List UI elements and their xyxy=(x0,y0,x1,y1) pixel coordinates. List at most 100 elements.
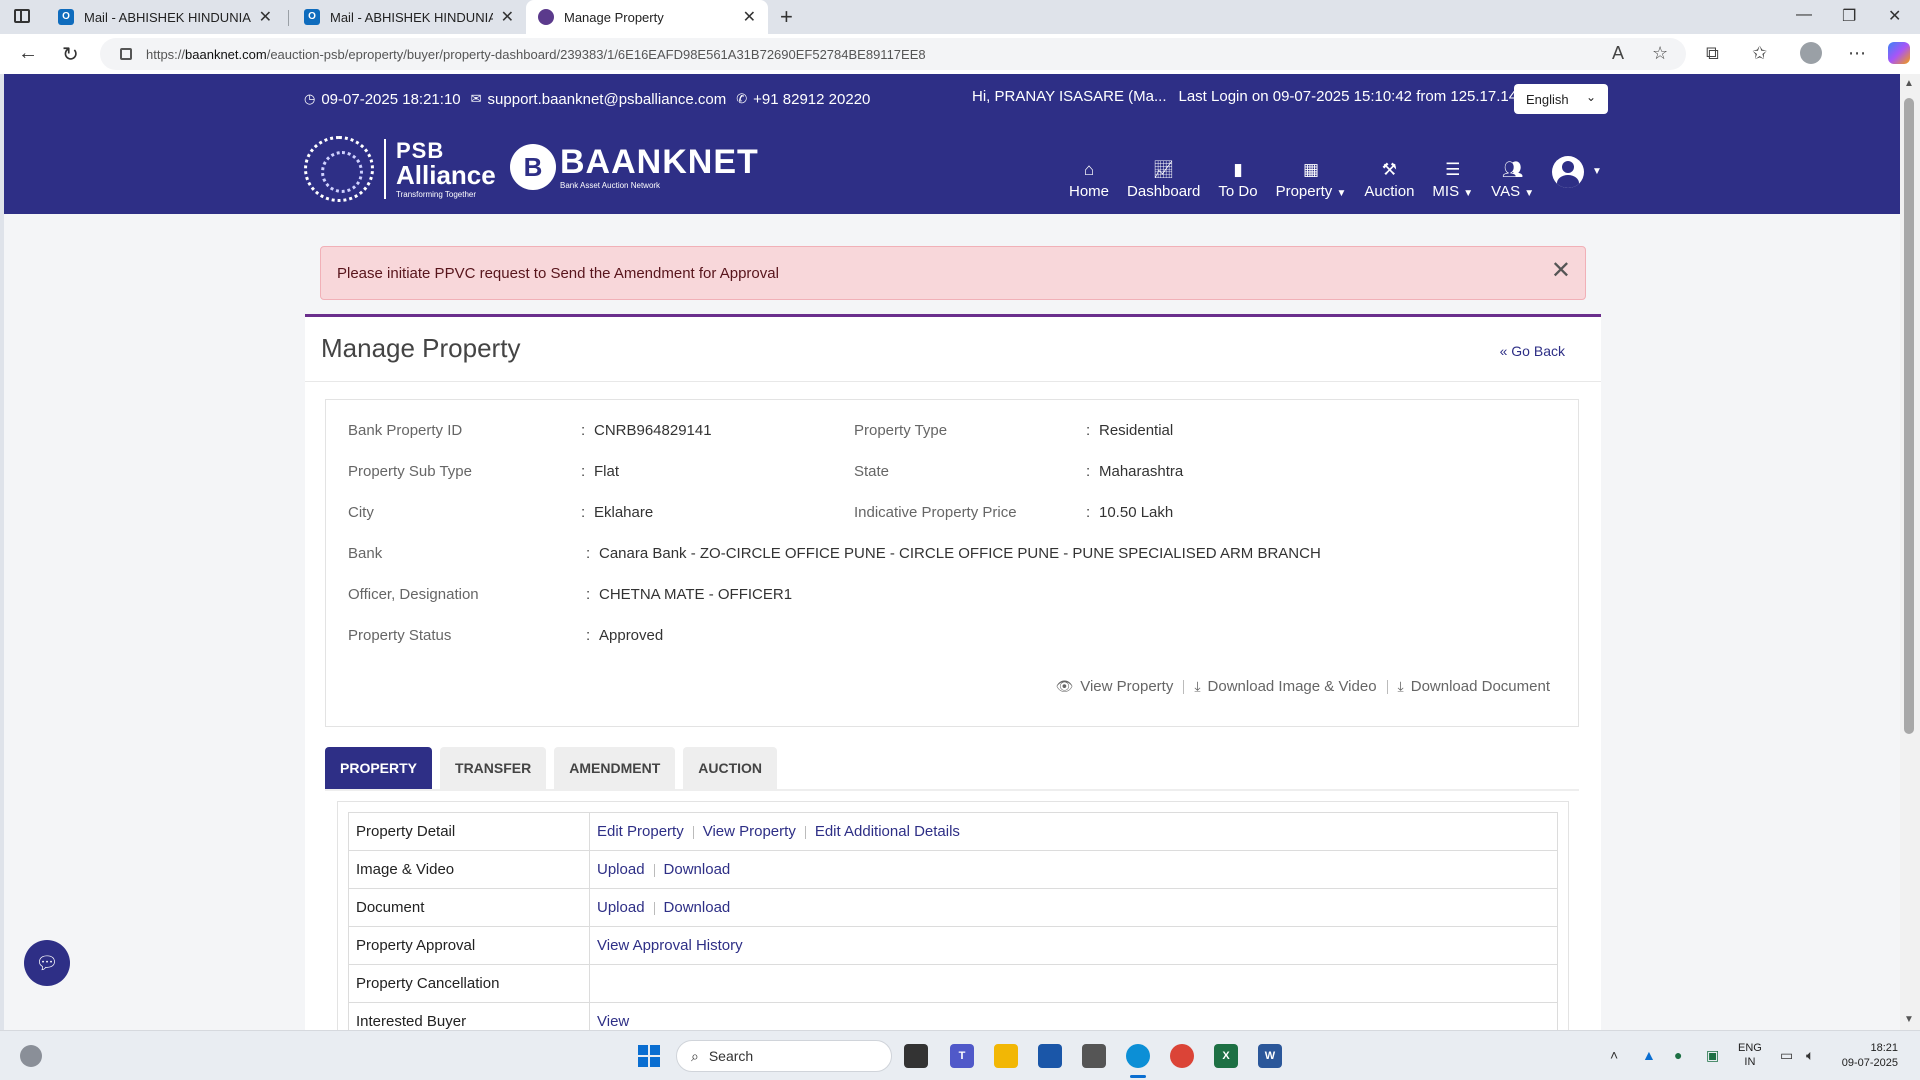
volume-icon[interactable]: 🔈︎ xyxy=(1806,1047,1814,1064)
browser-tab-mail-2[interactable]: O Mail - ABHISHEK HINDUNIA - Ou ✕ xyxy=(292,0,526,34)
contact-info: ◷ 09-07-2025 18:21:10 ✉ support.baanknet… xyxy=(304,88,880,110)
nav-home[interactable]: ⌂ Home xyxy=(1069,160,1109,201)
task-view-icon[interactable] xyxy=(904,1044,928,1068)
read-aloud-icon[interactable]: A xyxy=(1612,43,1624,64)
reload-icon[interactable]: ↻ xyxy=(62,42,79,67)
minimize-icon[interactable]: — xyxy=(1796,6,1812,24)
edit-additional-details-link[interactable]: Edit Additional Details xyxy=(815,823,960,840)
word-icon[interactable]: W xyxy=(1258,1044,1282,1068)
extensions-icon[interactable]: ⧉ xyxy=(1706,43,1719,64)
page-scrollbar[interactable]: ▲ ▼ xyxy=(1900,74,1920,1030)
close-icon[interactable]: ✕ xyxy=(259,7,272,27)
support-email[interactable]: support.baanknet@psballiance.com xyxy=(488,91,727,108)
tray-sheet-icon[interactable]: ▣ xyxy=(1706,1047,1719,1064)
download-image-video-link[interactable]: ⤓ Download Image & Video xyxy=(1194,678,1376,695)
close-icon[interactable]: ✕ xyxy=(743,7,756,27)
weather-icon[interactable] xyxy=(20,1045,42,1067)
input-language[interactable]: ENG IN xyxy=(1738,1041,1762,1069)
nav-label: To Do xyxy=(1218,183,1258,200)
system-clock[interactable]: 18:21 09-07-2025 xyxy=(1836,1041,1898,1071)
favorite-star-icon[interactable]: ☆ xyxy=(1652,43,1668,64)
detail-label: Property Sub Type xyxy=(348,463,472,480)
detail-colon: : xyxy=(1086,422,1091,439)
baanknet-logo-text: BAANKNET Bank Asset Auction Network xyxy=(560,145,759,190)
baanknet-logo[interactable]: B BAANKNET Bank Asset Auction Network xyxy=(510,144,759,190)
network-icon[interactable]: ▭ xyxy=(1780,1047,1793,1064)
view-approval-history-link[interactable]: View Approval History xyxy=(597,937,743,954)
detail-colon: : xyxy=(1086,504,1091,521)
divider xyxy=(653,901,655,915)
windows-start-icon[interactable] xyxy=(638,1045,660,1067)
user-avatar[interactable] xyxy=(1552,156,1584,188)
nav-vas[interactable]: 👥︎ VAS ▼ xyxy=(1491,161,1534,201)
support-phone[interactable]: +91 82912 20220 xyxy=(753,91,870,108)
view-property-link[interactable]: View Property xyxy=(703,823,796,840)
close-icon[interactable]: ✕ xyxy=(1551,259,1571,283)
edit-property-link[interactable]: Edit Property xyxy=(597,823,684,840)
tab-auction[interactable]: AUCTION xyxy=(683,747,778,789)
nav-dashboard[interactable]: 📈︎ Dashboard xyxy=(1127,161,1200,201)
url-path: /eauction-psb/eproperty/buyer/property-d… xyxy=(266,46,926,62)
chrome-icon[interactable] xyxy=(1170,1044,1194,1068)
row-links xyxy=(589,964,1558,1003)
scroll-up-icon[interactable]: ▲ xyxy=(1904,78,1914,89)
close-window-icon[interactable]: ✕ xyxy=(1888,6,1901,26)
detail-colon: : xyxy=(581,463,586,480)
nav-auction[interactable]: ⚒ Auction xyxy=(1364,161,1414,201)
url-field[interactable]: https://baanknet.com/eauction-psb/eprope… xyxy=(100,38,1686,70)
tray-app-icon[interactable]: ▲ xyxy=(1642,1047,1656,1063)
scroll-down-icon[interactable]: ▼ xyxy=(1904,1014,1914,1025)
divider xyxy=(1183,679,1185,694)
chat-button[interactable]: 💬︎ xyxy=(24,940,70,986)
nav-todo[interactable]: ▮ To Do xyxy=(1218,161,1258,201)
edge-icon[interactable] xyxy=(1126,1044,1150,1068)
view-property-link[interactable]: 👁︎ View Property xyxy=(1055,678,1173,695)
home-icon: ⌂ xyxy=(1083,160,1095,179)
teams-icon[interactable]: T xyxy=(950,1044,974,1068)
notepad-icon[interactable] xyxy=(1082,1044,1106,1068)
copilot-icon[interactable] xyxy=(1888,42,1910,64)
download-document-link[interactable]: ⤓ Download Document xyxy=(1398,678,1550,695)
download-document-link[interactable]: Download xyxy=(664,899,731,916)
browser-tab-mail-1[interactable]: O Mail - ABHISHEK HINDUNIA - Ou ✕ xyxy=(46,0,284,34)
profile-avatar-icon[interactable] xyxy=(1800,42,1822,64)
detail-label: State xyxy=(854,463,890,480)
detail-label: Bank xyxy=(348,545,383,562)
scroll-thumb[interactable] xyxy=(1904,98,1914,734)
language-select[interactable]: English ⌄ xyxy=(1514,84,1608,114)
favorites-icon[interactable]: ✩ xyxy=(1752,43,1767,64)
tray-overflow-icon[interactable]: ˄ xyxy=(1610,1047,1618,1063)
baanknet-logo-name: BAANKNET xyxy=(560,142,759,181)
more-options-icon[interactable]: ⋯ xyxy=(1848,43,1866,64)
nav-property[interactable]: ▦ Property ▼ xyxy=(1276,161,1347,201)
store-icon[interactable] xyxy=(1038,1044,1062,1068)
upload-document-link[interactable]: Upload xyxy=(597,899,645,916)
view-interested-buyer-link[interactable]: View xyxy=(597,1013,629,1030)
excel-icon[interactable]: X xyxy=(1214,1044,1238,1068)
detail-colon: : xyxy=(586,627,591,644)
detail-label: Property Type xyxy=(854,422,948,439)
last-login: Last Login on 09-07-2025 15:10:42 from 1… xyxy=(1178,88,1555,105)
browser-tab-manage-property[interactable]: Manage Property ✕ xyxy=(526,0,768,34)
new-tab-icon[interactable]: + xyxy=(780,4,793,30)
tray-status-icon[interactable]: ● xyxy=(1674,1047,1682,1063)
row-links: Upload Download xyxy=(589,888,1558,927)
caret-down-icon[interactable]: ▼ xyxy=(1592,166,1602,177)
file-explorer-icon[interactable] xyxy=(994,1044,1018,1068)
tab-transfer[interactable]: TRANSFER xyxy=(440,747,547,789)
tab-amendment[interactable]: AMENDMENT xyxy=(554,747,676,789)
detail-colon: : xyxy=(581,422,586,439)
download-image-link[interactable]: Download xyxy=(664,861,731,878)
nav-mis[interactable]: ☰ MIS ▼ xyxy=(1432,161,1473,201)
tab-property[interactable]: PROPERTY xyxy=(325,747,433,789)
restore-icon[interactable]: ❐ xyxy=(1842,6,1856,26)
taskbar-search[interactable]: ⌕ Search xyxy=(676,1040,892,1072)
back-arrow-icon[interactable]: ← xyxy=(18,42,38,65)
upload-image-link[interactable]: Upload xyxy=(597,861,645,878)
close-icon[interactable]: ✕ xyxy=(501,7,514,27)
tab-actions-icon[interactable] xyxy=(14,9,30,23)
tab-title: Mail - ABHISHEK HINDUNIA - Ou xyxy=(330,9,493,25)
psb-alliance-logo[interactable]: PSB Alliance Transforming Together xyxy=(304,136,496,202)
row-label: Document xyxy=(348,888,590,927)
go-back-link[interactable]: « Go Back xyxy=(1500,343,1565,359)
